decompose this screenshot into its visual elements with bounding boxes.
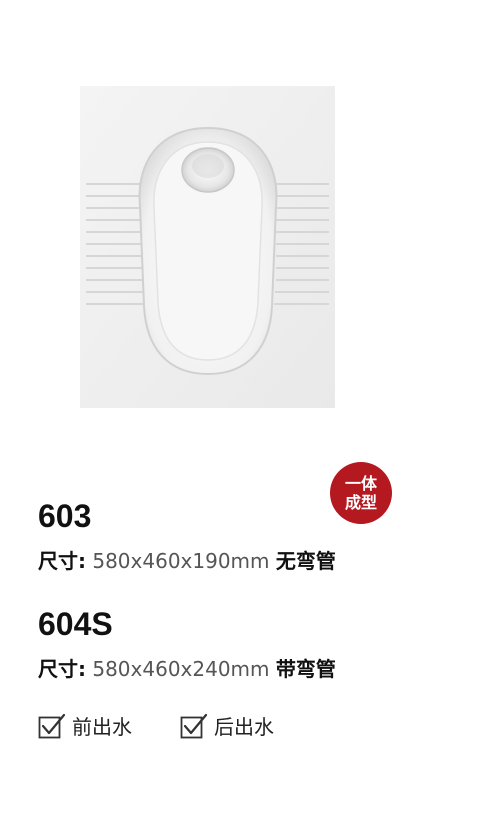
- spec-tag: 无弯管: [275, 549, 336, 573]
- spec-value: 580x460x190mm: [86, 549, 276, 573]
- option-label: 后出水: [214, 715, 274, 739]
- spec-tag: 带弯管: [275, 657, 336, 681]
- option-label: 前出水: [72, 715, 132, 739]
- option-rear-outlet: 后出水: [180, 711, 274, 740]
- model-number-604s: 604S: [38, 606, 113, 642]
- spec-line-603: 尺寸: 580x460x190mm 无弯管: [38, 545, 336, 574]
- checked-box-icon: [180, 713, 208, 738]
- badge-line-1: 一体: [344, 474, 377, 493]
- spec-label: 尺寸:: [38, 657, 86, 681]
- model-number-603: 603: [38, 498, 92, 534]
- option-front-outlet: 前出水: [38, 711, 132, 740]
- spec-label: 尺寸:: [38, 549, 86, 573]
- integrated-molding-badge: 一体 成型: [330, 462, 392, 524]
- spec-line-604s: 尺寸: 580x460x240mm 带弯管: [38, 653, 336, 682]
- checked-box-icon: [38, 713, 66, 738]
- spec-value: 580x460x240mm: [86, 657, 276, 681]
- squat-toilet-image: [80, 86, 335, 408]
- badge-line-2: 成型: [344, 493, 377, 512]
